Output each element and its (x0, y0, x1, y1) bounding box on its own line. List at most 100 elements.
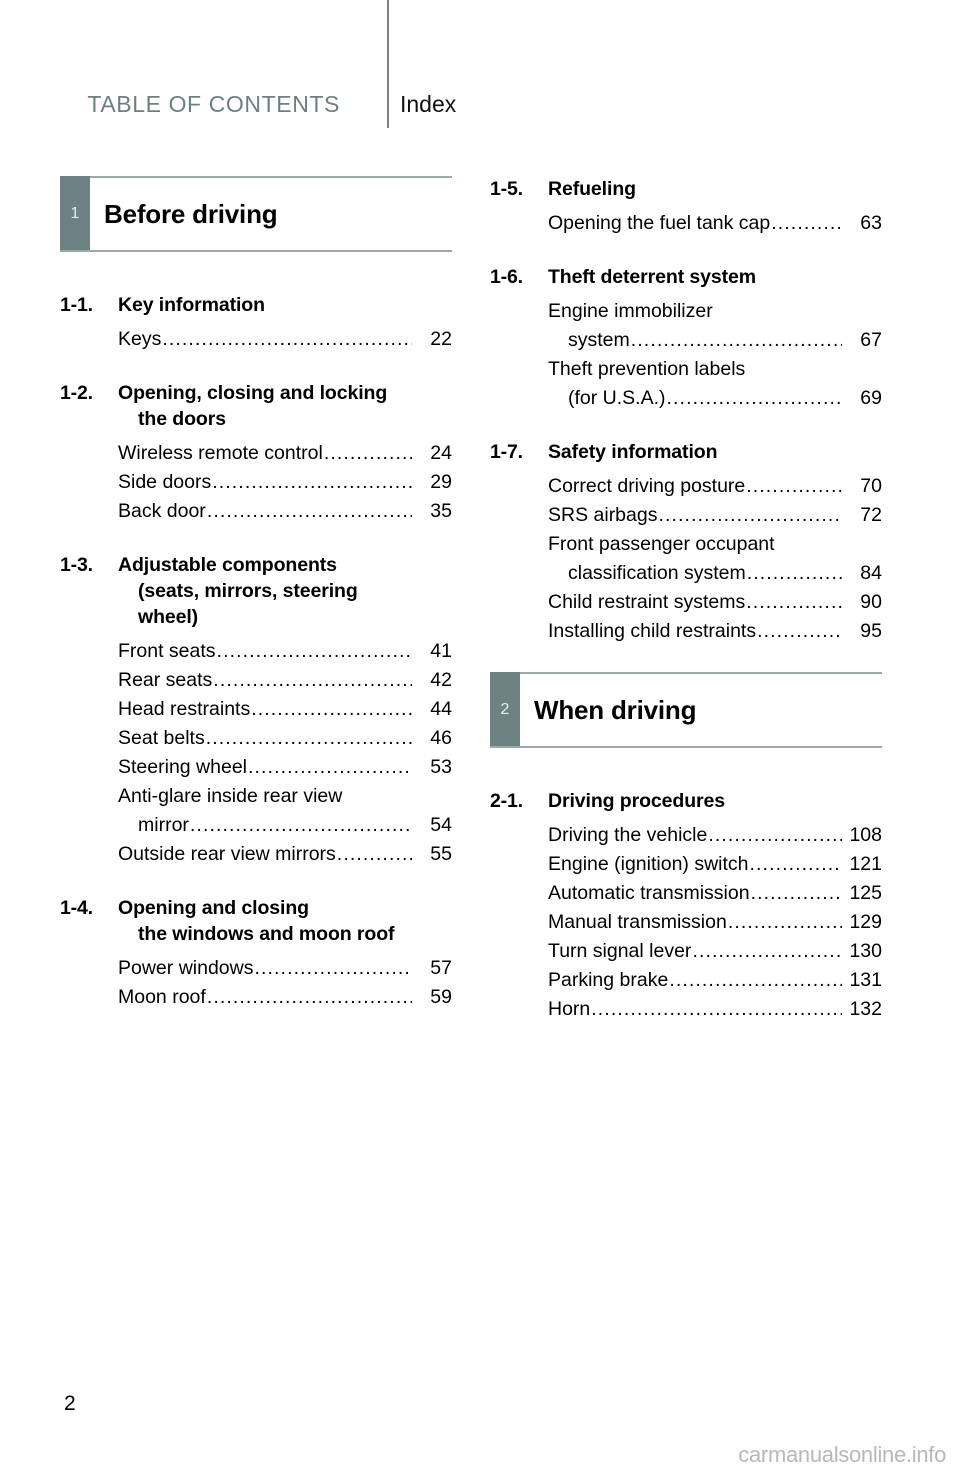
toc-entry[interactable]: Side doors..............................… (118, 468, 452, 497)
section-title: the doors (138, 408, 226, 430)
toc-section: 1-1. Key information Keys.................… (60, 292, 452, 354)
dot-leader: ........................................… (630, 329, 842, 351)
toc-entry-page: 22 (430, 328, 452, 350)
section-title: Adjustable components (118, 554, 337, 576)
toc-entry-page: 24 (430, 442, 452, 464)
section-number: 1-3. (60, 554, 93, 576)
section-title: Theft deterrent system (548, 266, 757, 288)
toc-entry-page: 55 (430, 843, 452, 865)
toc-entry[interactable]: Seat belts..............................… (118, 724, 452, 753)
toc-entry[interactable]: Engine (ignition) switch................… (548, 850, 882, 879)
toc-entry-page: 57 (430, 957, 452, 979)
toc-entry-page: 84 (860, 562, 882, 584)
left-column: 1 Before driving 1-1. Key information Keys..… (60, 176, 452, 1038)
page-header: TABLE OF CONTENTS Index (0, 0, 960, 130)
toc-entry-text: Outside rear view mirrors (118, 843, 336, 865)
toc-entry-text: Driving the vehicle (548, 824, 708, 846)
toc-entry[interactable]: Power windows...........................… (118, 954, 452, 983)
chapter-rule-bottom (490, 746, 882, 748)
toc-entry[interactable]: Opening the fuel tank cap...............… (548, 209, 882, 238)
toc-section: 1-6. Theft deterrent system Engine immobil… (490, 264, 882, 413)
dot-leader: ........................................… (746, 591, 842, 613)
section-heading: 1-3. Adjustable components (60, 552, 452, 578)
toc-entry-page: 72 (860, 504, 882, 526)
section-entries: Engine immobilizer system................… (490, 297, 882, 413)
section-entries: Wireless remote control.................… (60, 439, 452, 526)
section-entries: Front seats.............................… (60, 637, 452, 869)
toc-entry[interactable]: Driving the vehicle.....................… (548, 821, 882, 850)
section-heading: 1-1. Key information (60, 292, 452, 318)
toc-entry[interactable]: Engine immobilizer system................… (548, 297, 882, 355)
toc-entry-line: Opening the fuel tank cap...............… (548, 209, 882, 238)
section-title: wheel) (138, 606, 199, 628)
toc-entry-text: Wireless remote control (118, 442, 323, 464)
toc-entry[interactable]: Wireless remote control.................… (118, 439, 452, 468)
toc-entry-line: Power windows...........................… (118, 954, 452, 983)
section-title: Refueling (548, 178, 636, 200)
dot-leader: ........................................… (323, 442, 412, 464)
toc-entry-text: Front seats (118, 640, 216, 662)
toc-section: 1-2. Opening, closing and locking the door… (60, 380, 452, 526)
toc-entry[interactable]: Theft prevention labels (for U.S.A.).....… (548, 355, 882, 413)
section-title: Safety information (548, 441, 718, 463)
toc-entry[interactable]: Anti-glare inside rear view mirror.......… (118, 782, 452, 840)
section-entries: Opening the fuel tank cap...............… (490, 209, 882, 238)
toc-entry[interactable]: Automatic transmission..................… (548, 879, 882, 908)
toc-entry-text: Installing child restraints (548, 620, 757, 642)
dot-leader: ........................................… (749, 853, 842, 875)
toc-entry-line: Correct driving posture.................… (548, 472, 882, 501)
toc-entry[interactable]: Correct driving posture.................… (548, 472, 882, 501)
toc-entry-line: Automatic transmission..................… (548, 879, 882, 908)
toc-entry[interactable]: Front seats.............................… (118, 637, 452, 666)
toc-entry[interactable]: Keys....................................… (118, 325, 452, 354)
toc-entry-line: Back door...............................… (118, 497, 452, 526)
dot-leader: ........................................… (708, 824, 842, 846)
dot-leader: ........................................… (669, 969, 842, 991)
section-number (60, 406, 118, 432)
right-column: 1-5. Refueling Opening the fuel tank cap..… (490, 176, 882, 1050)
toc-entry[interactable]: Moon roof...............................… (118, 983, 452, 1012)
toc-entry-page: 131 (849, 969, 882, 991)
toc-entry-text: Head restraints (118, 698, 251, 720)
toc-entry[interactable]: Steering wheel..........................… (118, 753, 452, 782)
dot-leader: ........................................… (757, 620, 842, 642)
toc-entry[interactable]: Back door...............................… (118, 497, 452, 526)
toc-entry-text: Parking brake (548, 969, 669, 991)
section-number: 1-2. (60, 382, 93, 404)
toc-entry-text: Power windows (118, 957, 254, 979)
section-heading: 1-2. Opening, closing and locking (60, 380, 452, 406)
toc-entry-page: 44 (430, 698, 452, 720)
toc-entry-line: Driving the vehicle.....................… (548, 821, 882, 850)
toc-entry-text: Child restraint systems (548, 591, 746, 613)
toc-entry-page: 125 (849, 882, 882, 904)
toc-section: 1-4. Opening and closing the windows and m… (60, 895, 452, 1012)
chapter-banner-2: 2 When driving (490, 672, 882, 748)
toc-entry[interactable]: Installing child restraints.............… (548, 617, 882, 646)
toc-entry[interactable]: Front passenger occupant classification s… (548, 530, 882, 588)
toc-entry-text: Side doors (118, 471, 212, 493)
toc-entry-line: Rear seats..............................… (118, 666, 452, 695)
section-title: (seats, mirrors, steering (138, 580, 358, 602)
toc-entry[interactable]: Manual transmission.....................… (548, 908, 882, 937)
toc-entry-page: 41 (430, 640, 452, 662)
toc-entry-page: 90 (860, 591, 882, 613)
section-heading: wheel) (60, 604, 452, 630)
toc-entry[interactable]: Child restraint systems.................… (548, 588, 882, 617)
toc-entry-line: Parking brake...........................… (548, 966, 882, 995)
dot-leader: ........................................… (658, 504, 842, 526)
toc-entry-page: 132 (849, 998, 882, 1020)
toc-entry[interactable]: Horn....................................… (548, 995, 882, 1024)
toc-entry[interactable]: Outside rear view mirrors...............… (118, 840, 452, 869)
chapter-title: Before driving (104, 198, 278, 229)
toc-entry[interactable]: Head restraints.........................… (118, 695, 452, 724)
toc-section: 1-3. Adjustable components (seats, mirrors… (60, 552, 452, 869)
toc-entry[interactable]: Rear seats..............................… (118, 666, 452, 695)
toc-entry[interactable]: Parking brake...........................… (548, 966, 882, 995)
toc-entry[interactable]: SRS airbags.............................… (548, 501, 882, 530)
toc-entry-text: Moon roof (118, 986, 206, 1008)
toc-entry-text: classification system (568, 562, 746, 584)
toc-entry[interactable]: Turn signal lever.......................… (548, 937, 882, 966)
chapter-number-box: 1 (60, 176, 90, 252)
toc-entry-page: 70 (860, 475, 882, 497)
index-tab-label[interactable]: Index (400, 91, 456, 118)
